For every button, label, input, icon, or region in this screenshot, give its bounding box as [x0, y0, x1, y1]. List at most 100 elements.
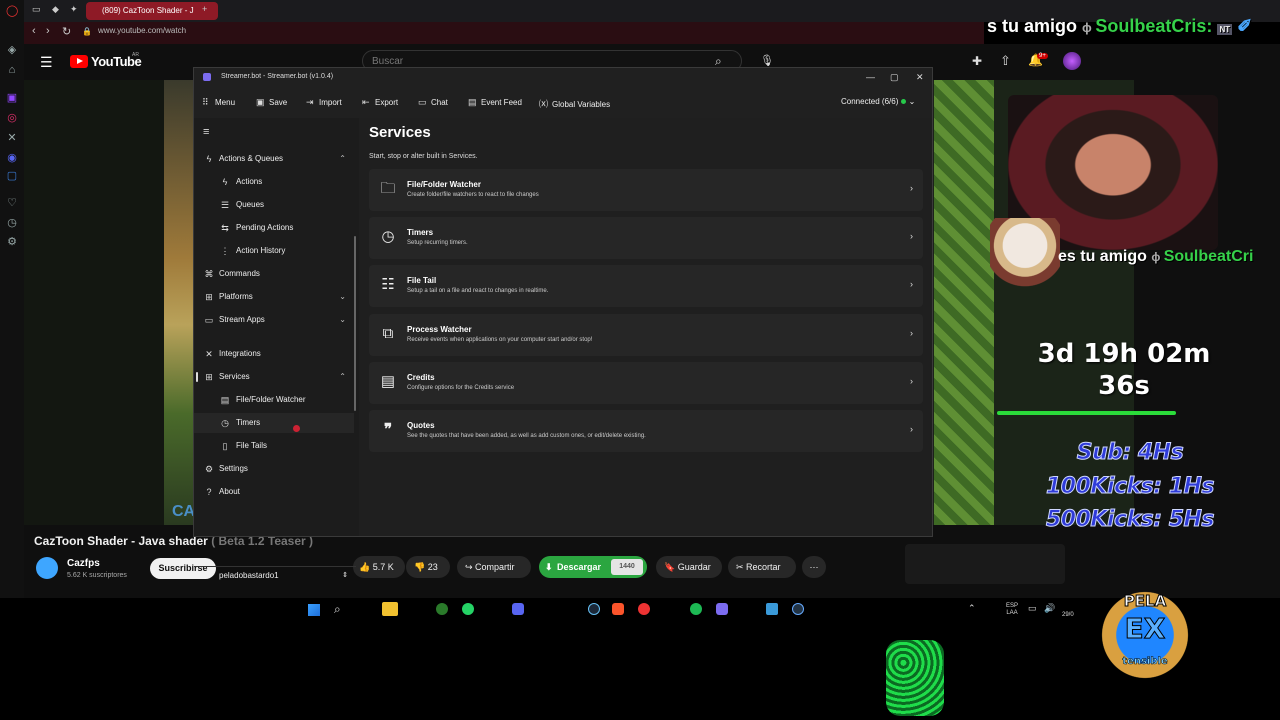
download-button[interactable]: ⬇ Descargar 1440	[539, 556, 647, 578]
sidebar-item-services[interactable]: ⊞ Services ⌃	[194, 367, 354, 387]
app-icon[interactable]	[766, 603, 778, 615]
chevron-down-icon: ⌄	[908, 97, 916, 106]
save-button[interactable]: 🔖 Guardar	[656, 556, 722, 578]
clip-button[interactable]: ✂ Recortar	[728, 556, 796, 578]
sidebar-item-stream-apps[interactable]: ▭ Stream Apps ⌄	[194, 310, 354, 330]
pinned-tab-icon[interactable]: ✦	[70, 4, 78, 15]
mic-icon[interactable]: 🎙	[760, 54, 774, 67]
sidebar-item-file-tails[interactable]: ▯ File Tails	[194, 436, 354, 456]
export-button[interactable]: ⇤ Export	[362, 97, 398, 108]
tab-list-icon[interactable]: ▭	[32, 4, 41, 15]
event-feed-button[interactable]: ▤ Event Feed	[468, 97, 522, 108]
steam-icon[interactable]	[588, 603, 600, 615]
page-title: Services	[369, 124, 431, 141]
service-card-timers[interactable]: ◷ Timers Setup recurring timers. ›	[369, 217, 923, 259]
steam-alt-icon[interactable]	[792, 603, 804, 615]
services-page: Services Start, stop or alter built in S…	[361, 118, 932, 536]
sidebar-item-integrations[interactable]: ✕ Integrations	[194, 344, 354, 364]
back-icon[interactable]: ‹	[32, 25, 36, 37]
sidebar-item-settings[interactable]: ⚙ Settings	[194, 459, 354, 479]
sidebar-item-pending-actions[interactable]: ⇆ Pending Actions	[194, 218, 354, 238]
start-icon[interactable]	[308, 604, 320, 616]
reload-icon[interactable]: ↻	[62, 25, 71, 38]
new-tab-icon[interactable]: +	[202, 4, 207, 14]
service-card-file-folder-watcher[interactable]: 🗀 File/Folder Watcher Create folder/file…	[369, 169, 923, 211]
import-button[interactable]: ⇥ Import	[306, 97, 342, 108]
taskbar-search-icon[interactable]: ⌕	[334, 602, 341, 617]
volume-icon[interactable]: 🔊	[1044, 603, 1055, 614]
heart-icon[interactable]: ♡	[6, 197, 18, 209]
language-indicator[interactable]: ESP LAA	[1006, 603, 1018, 617]
sidebar-item-about[interactable]: ? About	[194, 482, 354, 502]
brave-icon[interactable]	[612, 603, 624, 615]
sidebar-item-action-history[interactable]: ⋮ Action History	[194, 241, 354, 261]
url-field[interactable]: www.youtube.com/watch	[98, 26, 186, 35]
clock-date[interactable]: 29/0	[1062, 612, 1074, 618]
menu-button[interactable]: ⠿ Menu	[202, 97, 235, 108]
file-explorer-icon[interactable]	[382, 602, 398, 616]
xbox-icon[interactable]	[436, 603, 448, 615]
close-icon[interactable]: ✕	[916, 68, 924, 86]
maximize-icon[interactable]: ▢	[890, 68, 899, 86]
streamerbot-taskbar-icon[interactable]	[716, 603, 728, 615]
more-actions-button[interactable]: ⋯	[802, 556, 826, 578]
sidebar-item-platforms[interactable]: ⊞ Platforms ⌄	[194, 287, 354, 307]
settings-icon[interactable]: ⚙	[6, 236, 18, 248]
menu-icon[interactable]: ☰	[40, 54, 53, 71]
timer-line-1: 3d 19h 02m	[1037, 339, 1211, 369]
pixel-character	[886, 640, 944, 716]
tray-expand-icon[interactable]: ⌃	[968, 603, 976, 614]
youtube-logo-icon[interactable]	[70, 55, 88, 68]
discord-icon[interactable]: ◉	[6, 152, 18, 164]
service-card-file-tail[interactable]: ☷ File Tail Setup a tail on a file and r…	[369, 265, 923, 307]
sidebar-item-commands[interactable]: ⌘ Commands	[194, 264, 354, 284]
sidebar-scrollbar[interactable]	[354, 236, 356, 411]
service-card-credits[interactable]: ▤ Credits Configure options for the Cred…	[369, 362, 923, 404]
twitch-icon[interactable]: ▣	[6, 92, 18, 104]
connection-status[interactable]: Connected (6/6) ⌄	[841, 97, 915, 106]
history-icon[interactable]: ◷	[6, 217, 18, 229]
aria-icon[interactable]: ◈	[6, 44, 18, 56]
hamburger-icon[interactable]: ≡	[203, 126, 209, 138]
whatsapp-icon[interactable]	[462, 603, 474, 615]
account-avatar[interactable]	[1063, 52, 1081, 70]
chat-button[interactable]: ▭ Chat	[418, 97, 448, 108]
download-quality[interactable]: 1440	[611, 559, 643, 575]
services-icon: ⊞	[205, 372, 213, 382]
queue-icon: ☰	[220, 200, 230, 210]
dislike-button[interactable]: 👎 23	[406, 556, 450, 578]
channel-name[interactable]: Cazfps	[67, 558, 100, 569]
minimize-icon[interactable]: —	[866, 68, 875, 86]
sidebar-item-actions[interactable]: ϟ Actions	[194, 172, 354, 192]
share-button[interactable]: ↪ Compartir	[457, 556, 531, 578]
instagram-icon[interactable]: ◎	[6, 112, 18, 124]
x-icon[interactable]: ✕	[6, 132, 18, 144]
workspace-icon[interactable]: ⌂	[6, 64, 18, 76]
streamerbot-logo-icon	[203, 73, 211, 81]
user-account-row[interactable]: peladobastardo1 ⇕	[194, 566, 356, 584]
active-tab[interactable]: (809) CazToon Shader - J	[86, 2, 218, 20]
create-icon[interactable]: ✚	[972, 54, 982, 68]
discord-taskbar-icon[interactable]	[512, 603, 524, 615]
upload-icon[interactable]: ⇧	[1000, 53, 1011, 69]
opera-icon[interactable]: ◯	[6, 5, 18, 17]
service-card-process-watcher[interactable]: ⧉ Process Watcher Receive events when ap…	[369, 314, 923, 356]
global-variables-button[interactable]: ⒳ Global Variables	[539, 97, 610, 110]
sidebar-item-timers[interactable]: ◷ Timers	[194, 413, 354, 433]
spotify-icon[interactable]	[690, 603, 702, 615]
opera-taskbar-icon[interactable]	[638, 603, 650, 615]
service-card-quotes[interactable]: ❞ Quotes See the quotes that have been a…	[369, 410, 923, 452]
sidebar-item-actions-queues[interactable]: ϟ Actions & Queues ⌃	[194, 149, 354, 169]
network-icon[interactable]: ▭	[1028, 603, 1037, 614]
file-icon: ▯	[222, 441, 228, 451]
channel-avatar[interactable]	[36, 557, 58, 579]
pinned-tab-icon[interactable]: ◆	[52, 4, 59, 15]
messenger-icon[interactable]: ▢	[6, 170, 18, 182]
sidebar-item-queues[interactable]: ☰ Queues	[194, 195, 354, 215]
forward-icon[interactable]: ›	[46, 25, 50, 37]
folder-watch-icon: 🗀	[380, 180, 396, 197]
ad-banner[interactable]	[905, 544, 1065, 584]
sidebar-item-file-folder-watcher[interactable]: ▤ File/Folder Watcher	[194, 390, 354, 410]
like-button[interactable]: 👍 5.7 K	[353, 556, 405, 578]
save-toolbar-button[interactable]: ▣ Save	[256, 97, 287, 108]
